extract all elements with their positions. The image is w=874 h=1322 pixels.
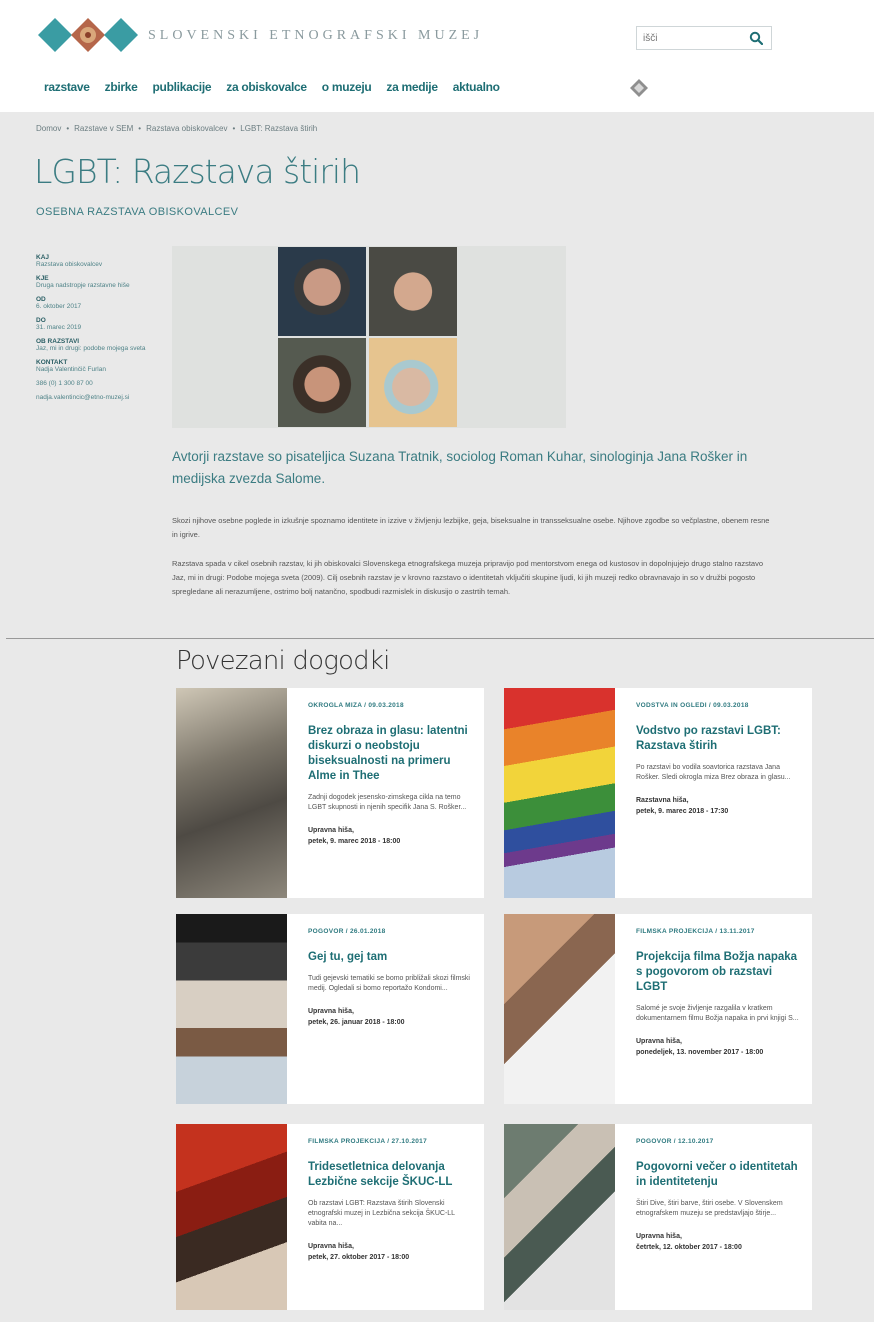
info-label: DO [36,317,46,324]
page-title: LGBT: Razstava štirih [34,152,361,191]
contact-email[interactable]: nadja.valentincic@etno-muzej.si [36,394,154,402]
nav-item-publikacije[interactable]: publikacije [153,80,212,94]
event-description: Ob razstavi LGBT: Razstava štirih Sloven… [308,1200,455,1227]
nav-item-razstave[interactable]: razstave [44,80,90,94]
event-image[interactable] [504,1124,615,1310]
nav-item-zbirke[interactable]: zbirke [105,80,138,94]
museum-logo-icon[interactable] [38,16,138,54]
event-card[interactable]: FILMSKA PROJEKCIJA / 27.10.2017 Trideset… [176,1124,484,1310]
breadcrumb-home[interactable]: Domov [36,124,61,133]
event-category: VODSTVA IN OGLEDI / 09.03.2018 [636,702,749,709]
author-portrait [369,247,457,336]
event-location: Upravna hiša, [636,1038,682,1045]
info-value[interactable]: Jaz, mi in drugi: podobe mojega sveta [36,345,154,353]
search-input[interactable] [637,27,743,49]
event-description: Tudi gejevski tematiki se bomo približal… [308,975,470,992]
event-card[interactable]: POGOVOR / 12.10.2017 Pogovorni večer o i… [504,1124,812,1310]
info-label: OB RAZSTAVI [36,338,80,345]
event-date: petek, 27. oktober 2017 - 18:00 [308,1254,410,1261]
event-title[interactable]: Vodstvo po razstavi LGBT: Razstava štiri… [636,724,802,754]
author-portrait [278,338,366,427]
event-date: četrtek, 12. oktober 2017 - 18:00 [636,1244,742,1251]
nav-item-za-obiskovalce[interactable]: za obiskovalce [226,80,307,94]
event-card[interactable]: OKROGLA MIZA / 09.03.2018 Brez obraza in… [176,688,484,898]
event-location: Upravna hiša, [308,827,354,834]
site-header: SLOVENSKI ETNOGRAFSKI MUZEJ razstave zbi… [0,0,874,112]
breadcrumb-separator: • [138,124,142,133]
event-date: petek, 9. marec 2018 - 18:00 [308,838,401,845]
event-category: OKROGLA MIZA / 09.03.2018 [308,702,404,709]
language-switch-icon[interactable] [630,79,648,97]
event-image[interactable] [176,688,287,898]
breadcrumb-separator: • [66,124,70,133]
event-category: FILMSKA PROJEKCIJA / 27.10.2017 [308,1138,427,1145]
event-title[interactable]: Tridesetletnica delovanja Lezbične sekci… [308,1160,474,1190]
event-category: FILMSKA PROJEKCIJA / 13.11.2017 [636,928,755,935]
search-icon[interactable] [749,31,763,45]
search-box[interactable] [636,26,772,50]
event-category: POGOVOR / 26.01.2018 [308,928,386,935]
contact-phone: 386 (0) 1 300 87 00 [36,380,93,387]
nav-item-o-muzeju[interactable]: o muzeju [322,80,372,94]
event-description: Štiri Dive, štiri barve, štiri osebe. V … [636,1200,783,1217]
author-portrait [278,247,366,336]
section-divider [6,638,874,639]
event-image[interactable] [176,914,287,1104]
intro-lead: Avtorji razstave so pisateljica Suzana T… [172,449,748,486]
nav-item-aktualno[interactable]: aktualno [453,80,500,94]
event-title[interactable]: Brez obraza in glasu: latentni diskurzi … [308,724,474,784]
event-location: Razstavna hiša, [636,797,689,804]
event-description: Salomé je svoje življenje razgalila v kr… [636,1005,799,1022]
info-label: KJE [36,275,49,282]
related-events-title: Povezani dogodki [176,646,390,676]
event-category: POGOVOR / 12.10.2017 [636,1138,714,1145]
event-location: Upravna hiša, [308,1008,354,1015]
event-image[interactable] [176,1124,287,1310]
intro-paragraph: Razstava spada v cikel osebnih razstav, … [172,559,764,596]
event-location: Upravna hiša, [636,1233,682,1240]
info-label: KAJ [36,254,50,261]
event-title[interactable]: Gej tu, gej tam [308,950,474,965]
event-card[interactable]: POGOVOR / 26.01.2018 Gej tu, gej tam Tud… [176,914,484,1104]
main-nav: razstave zbirke publikacije za obiskoval… [44,80,500,94]
site-name[interactable]: SLOVENSKI ETNOGRAFSKI MUZEJ [148,28,483,44]
info-value: Druga nadstropje razstavne hiše [36,282,130,289]
event-date: petek, 9. marec 2018 - 17:30 [636,808,729,815]
breadcrumb-current: LGBT: Razstava štirih [240,124,318,133]
event-date: petek, 26. januar 2018 - 18:00 [308,1019,405,1026]
author-portrait [369,338,457,427]
breadcrumb: Domov • Razstave v SEM • Razstava obisko… [36,124,317,133]
event-date: ponedeljek, 13. november 2017 - 18:00 [636,1049,764,1056]
event-card[interactable]: VODSTVA IN OGLEDI / 09.03.2018 Vodstvo p… [504,688,812,898]
event-image[interactable] [504,688,615,898]
page-subtitle: OSEBNA RAZSTAVA OBISKOVALCEV [36,206,239,218]
event-card[interactable]: FILMSKA PROJEKCIJA / 13.11.2017 Projekci… [504,914,812,1104]
breadcrumb-obiskovalcev[interactable]: Razstava obiskovalcev [146,124,227,133]
info-label: KONTAKT [36,359,68,366]
breadcrumb-razstave[interactable]: Razstave v SEM [74,124,133,133]
intro-paragraph: Skozi njihove osebne poglede in izkušnje… [172,516,770,539]
event-title[interactable]: Projekcija filma Božja napaka s pogovoro… [636,950,802,995]
contact-name[interactable]: Nadja Valentinčič Furlan [36,366,154,374]
info-value: 31. marec 2019 [36,324,82,331]
info-value[interactable]: Razstava obiskovalcev [36,261,154,269]
exhibition-info-sidebar: KAJ Razstava obiskovalcev KJE Druga nads… [36,248,154,402]
event-image[interactable] [504,914,615,1104]
nav-item-za-medije[interactable]: za medije [386,80,438,94]
info-label: OD [36,296,46,303]
event-description: Po razstavi bo vodila soavtorica razstav… [636,764,791,781]
info-value: 6. oktober 2017 [36,303,82,310]
event-location: Upravna hiša, [308,1243,354,1250]
event-description: Zadnji dogodek jesensko-zimskega cikla n… [308,794,467,811]
event-title[interactable]: Pogovorni večer o identitetah in identit… [636,1160,802,1190]
breadcrumb-separator: • [232,124,236,133]
